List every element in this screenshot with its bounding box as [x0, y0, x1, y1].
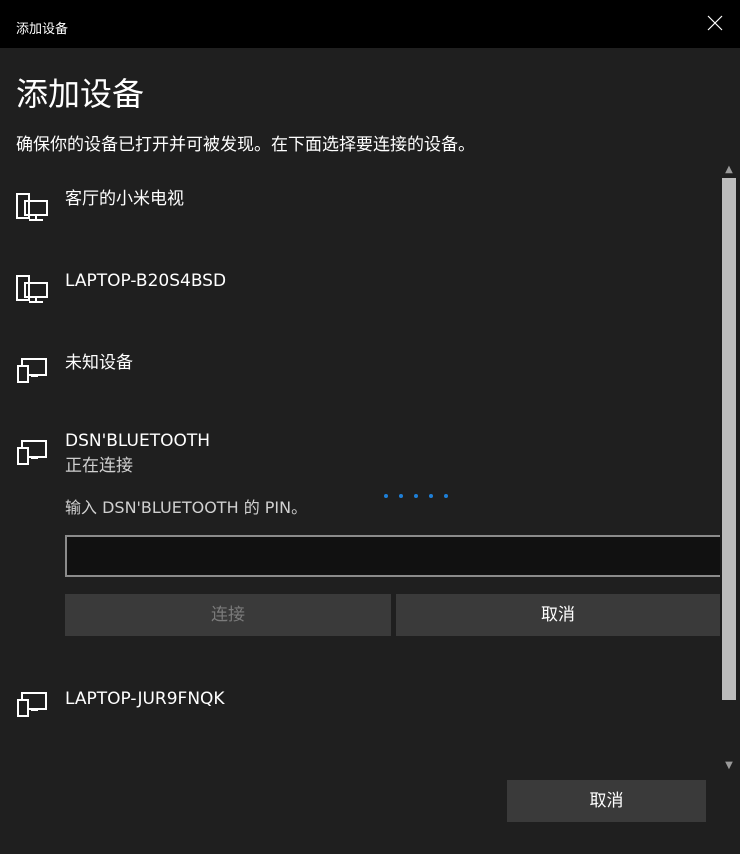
device-item[interactable]: 未知设备 — [0, 348, 720, 408]
scrollbar[interactable]: ▲ ▼ — [720, 162, 738, 774]
progress-dot — [414, 494, 419, 498]
device-list: 客厅的小米电视 LAPTOP-B20S4BSD 未知设备 DSN'BLUETOO… — [0, 162, 720, 774]
progress-dot — [444, 494, 449, 498]
page-subtitle: 确保你的设备已打开并可被发现。在下面选择要连接的设备。 — [16, 135, 475, 155]
cancel-button[interactable]: 取消 — [507, 780, 706, 822]
device-item[interactable]: LAPTOP-B20S4BSD — [0, 266, 720, 326]
device-name: LAPTOP-JUR9FNQK — [65, 689, 225, 709]
close-icon[interactable] — [706, 14, 724, 32]
connect-button[interactable]: 连接 — [65, 594, 391, 636]
device-item-partial[interactable] — [0, 762, 720, 774]
desktop-icon — [16, 193, 48, 221]
title-bar: 添加设备 — [0, 0, 740, 48]
window-title: 添加设备 — [16, 22, 69, 37]
device-name: 未知设备 — [65, 353, 133, 373]
progress-dot — [429, 494, 434, 498]
device-name: LAPTOP-B20S4BSD — [65, 271, 227, 291]
progress-dots — [384, 483, 454, 502]
device-status: 正在连接 — [65, 456, 133, 476]
cancel-pin-button[interactable]: 取消 — [396, 594, 720, 636]
device-item[interactable]: 客厅的小米电视 — [0, 184, 720, 244]
desktop-icon — [16, 275, 48, 303]
scroll-up-icon[interactable]: ▲ — [720, 162, 738, 178]
scrollbar-thumb[interactable] — [722, 178, 736, 700]
device-name: DSN'BLUETOOTH — [65, 431, 211, 451]
device-name: 客厅的小米电视 — [65, 189, 184, 209]
progress-dot — [384, 494, 388, 498]
pin-input[interactable] — [65, 535, 720, 577]
device-item-connecting[interactable]: DSN'BLUETOOTH 正在连接 输入 DSN'BLUETOOTH 的 PI… — [0, 428, 720, 648]
progress-dot — [399, 494, 404, 498]
device-icon — [17, 440, 47, 465]
device-icon — [17, 692, 47, 717]
scroll-down-icon[interactable]: ▼ — [720, 758, 738, 774]
device-item[interactable]: LAPTOP-JUR9FNQK — [0, 678, 720, 738]
page-title: 添加设备 — [16, 75, 145, 113]
device-icon — [17, 358, 47, 383]
pin-prompt: 输入 DSN'BLUETOOTH 的 PIN。 — [65, 498, 308, 517]
